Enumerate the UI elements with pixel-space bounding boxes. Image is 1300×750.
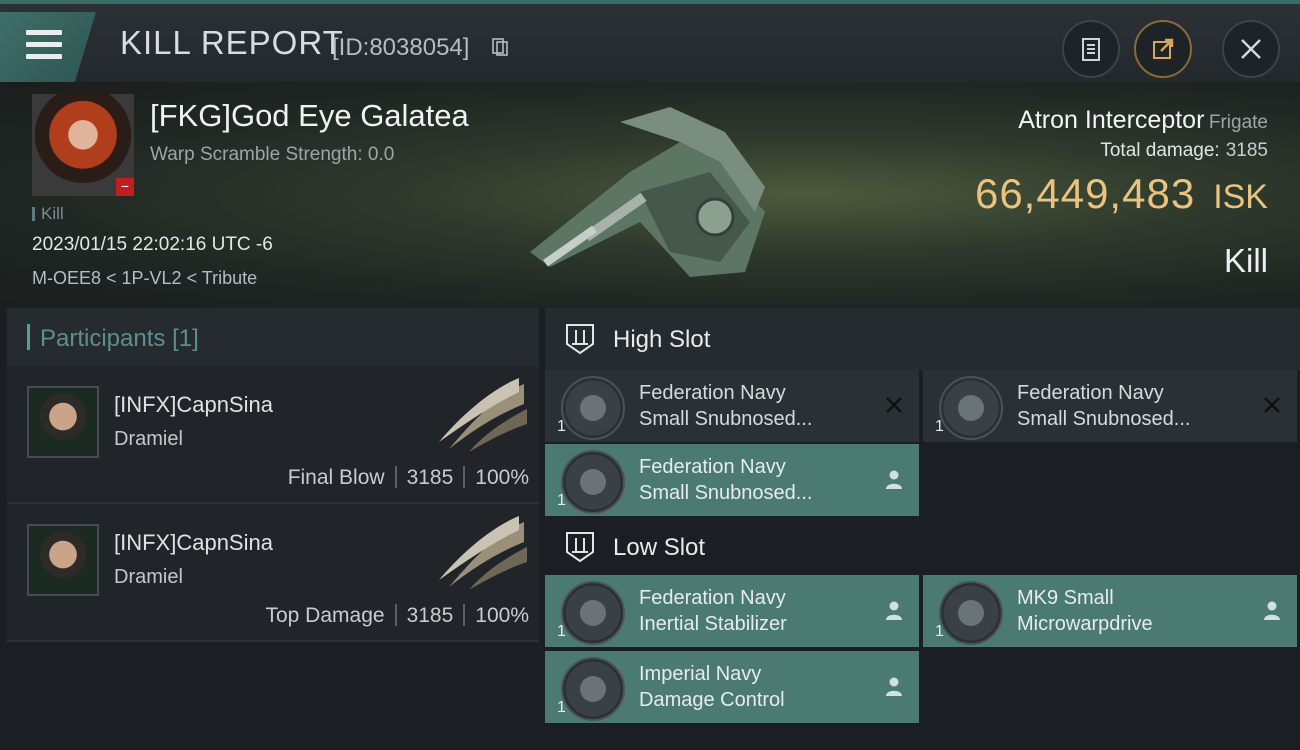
total-damage-value: 3185	[1225, 140, 1268, 161]
participant-name: [INFX]CapnSina	[114, 530, 273, 555]
module-icon	[939, 581, 1003, 645]
module-quantity: 1	[935, 623, 944, 640]
module-quantity: 1	[557, 418, 566, 435]
participant-ship-image	[439, 516, 527, 590]
victim-name[interactable]: [FKG]God Eye Galatea	[150, 98, 469, 134]
participant-ship: Dramiel	[114, 566, 183, 588]
participants-count: [1]	[172, 325, 199, 352]
warp-scramble-strength: Warp Scramble Strength: 0.0	[150, 144, 395, 165]
high-slot-header: High Slot	[545, 308, 1300, 370]
participant-damage: 3185	[406, 604, 454, 627]
destroyed-x-icon	[886, 397, 902, 413]
slot-icon	[566, 324, 594, 355]
module-item[interactable]: 1 Federation Navy Small Snubnosed...	[923, 370, 1297, 442]
module-name: Federation Navy Inertial Stabilizer	[639, 587, 787, 635]
total-damage-label: Total damage:	[1100, 140, 1220, 161]
clipboard-icon	[1082, 38, 1100, 61]
module-icon	[561, 450, 625, 514]
module-name: Federation Navy Small Snubnosed...	[639, 382, 813, 430]
participant-ship-image	[439, 378, 527, 452]
victim-banner: − [FKG]God Eye Galatea Warp Scramble Str…	[0, 82, 1300, 308]
participant-percent: 100%	[475, 466, 529, 489]
isk-value: 66,449,483	[974, 170, 1196, 217]
participant-percent: 100%	[475, 604, 529, 627]
victim-ship-info: Atron Interceptor Frigate	[1018, 106, 1268, 135]
close-button[interactable]	[1222, 20, 1280, 78]
ship-name[interactable]: Atron Interceptor	[1018, 106, 1204, 134]
kill-tag: Kill	[32, 204, 64, 224]
participant-stats: Top Damage 3185 100%	[265, 604, 529, 628]
close-icon	[1241, 39, 1261, 59]
slot-icon	[566, 532, 594, 563]
low-slot-title: Low Slot	[613, 534, 706, 561]
person-icon	[1264, 601, 1280, 620]
victim-portrait[interactable]: −	[32, 94, 134, 196]
module-quantity: 1	[557, 492, 566, 509]
participant-role: Final Blow	[287, 466, 385, 489]
copy-icon[interactable]	[492, 38, 508, 56]
person-icon	[886, 470, 902, 489]
module-icon	[561, 581, 625, 645]
participant-avatar[interactable]	[27, 386, 99, 458]
module-item[interactable]: 1 Federation Navy Small Snubnosed...	[545, 444, 919, 516]
participant-avatar[interactable]	[27, 524, 99, 596]
participant-row[interactable]: [INFX]CapnSina Dramiel Final Blow 3185 100…	[7, 366, 539, 504]
total-damage: Total damage: 3185	[1100, 140, 1268, 162]
ship-class: Frigate	[1208, 112, 1268, 133]
isk-value-line: 66,449,483 ISK	[975, 170, 1268, 218]
person-icon	[886, 677, 902, 696]
kill-location[interactable]: M-OEE8 < 1P-VL2 < Tribute	[32, 268, 257, 289]
share-icon	[1153, 38, 1174, 59]
module-icon	[561, 657, 625, 721]
corp-badge: −	[116, 178, 134, 196]
module-name: Federation Navy Small Snubnosed...	[1017, 382, 1191, 430]
module-name: MK9 Small Microwarpdrive	[1017, 587, 1153, 635]
module-name: Federation Navy Small Snubnosed...	[639, 456, 813, 504]
participant-stats: Final Blow 3185 100%	[288, 466, 529, 490]
victim-ship-image[interactable]	[520, 102, 790, 282]
module-quantity: 1	[557, 623, 566, 640]
header-bar: KILL REPORT [ID:8038054]	[0, 0, 1300, 86]
fittings-panel: High Slot 1 Federation Navy Small Snubnos…	[545, 308, 1300, 750]
module-quantity: 1	[557, 699, 566, 716]
person-icon	[886, 601, 902, 620]
module-item[interactable]: 1 MK9 Small Microwarpdrive	[923, 575, 1297, 647]
menu-icon	[26, 30, 62, 66]
participant-role: Top Damage	[265, 604, 385, 627]
participant-name: [INFX]CapnSina	[114, 392, 273, 417]
page-title: KILL REPORT	[120, 24, 344, 61]
report-id: [ID:8038054]	[332, 34, 470, 61]
module-icon	[561, 376, 625, 440]
participants-panel: Participants [1] [INFX]CapnSina Dramiel …	[7, 308, 539, 750]
module-name: Imperial Navy Damage Control	[639, 663, 785, 711]
participants-title: Participants [1]	[27, 324, 199, 353]
module-item[interactable]: 1 Federation Navy Small Snubnosed...	[545, 370, 919, 442]
share-button[interactable]	[1134, 20, 1192, 78]
module-icon	[939, 376, 1003, 440]
destroyed-x-icon	[1264, 397, 1280, 413]
module-item[interactable]: 1 Imperial Navy Damage Control	[545, 651, 919, 723]
isk-unit: ISK	[1213, 178, 1268, 216]
participant-row[interactable]: [INFX]CapnSina Dramiel Top Damage 3185 100…	[7, 504, 539, 642]
participant-damage: 3185	[406, 466, 454, 489]
menu-button[interactable]	[0, 12, 96, 82]
low-slot-header: Low Slot	[545, 516, 1300, 578]
high-slot-title: High Slot	[613, 326, 711, 353]
clipboard-button[interactable]	[1062, 20, 1120, 78]
module-item[interactable]: 1 Federation Navy Inertial Stabilizer	[545, 575, 919, 647]
participant-ship: Dramiel	[114, 428, 183, 450]
module-quantity: 1	[935, 418, 944, 435]
kill-datetime: 2023/01/15 22:02:16 UTC -6	[32, 234, 273, 255]
participants-header: Participants [1]	[7, 308, 539, 366]
kill-result: Kill	[1223, 242, 1268, 279]
participants-empty-area	[7, 642, 539, 750]
